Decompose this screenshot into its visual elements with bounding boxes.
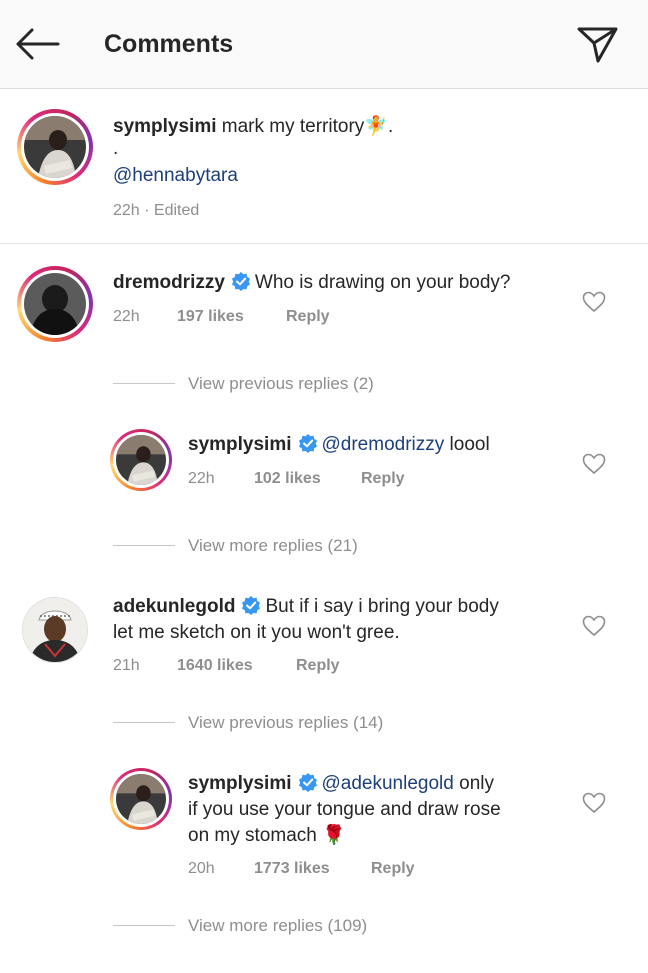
reply-button[interactable]: Reply xyxy=(296,657,340,674)
thread-divider xyxy=(113,722,175,723)
comment-time: 21h xyxy=(113,657,140,674)
avatar[interactable] xyxy=(17,266,93,342)
reply-time: 20h xyxy=(188,860,215,877)
comment-username[interactable]: dremodrizzy xyxy=(113,272,225,293)
like-button[interactable] xyxy=(582,453,606,475)
like-button[interactable] xyxy=(582,615,606,637)
avatar[interactable] xyxy=(110,429,172,491)
paper-plane-icon xyxy=(577,27,618,63)
heart-outline-icon xyxy=(582,453,606,475)
view-more-replies[interactable]: View more replies (21) xyxy=(188,536,358,556)
like-button[interactable] xyxy=(582,792,606,814)
reply-mention[interactable]: @adekunlegold xyxy=(322,773,454,794)
reply-time: 22h xyxy=(188,470,215,487)
comment-body-line1: But if i say i bring your body xyxy=(265,596,499,617)
fairy-emoji: 🧚 xyxy=(364,116,388,137)
avatar[interactable] xyxy=(110,768,172,830)
reply-body: loool xyxy=(444,434,490,455)
reply-button[interactable]: Reply xyxy=(371,860,415,877)
caption-trail: . xyxy=(387,116,394,137)
comment-likes[interactable]: 197 likes xyxy=(177,308,244,325)
comment-body: Who is drawing on your body? xyxy=(254,272,511,293)
reply-username[interactable]: symplysimi xyxy=(188,773,292,794)
view-previous-replies[interactable]: View previous replies (2) xyxy=(188,374,374,394)
reply-body-line3: on my stomach 🌹 xyxy=(188,823,346,849)
page-title: Comments xyxy=(104,30,234,58)
comment-time: 22h xyxy=(113,308,140,325)
like-button[interactable] xyxy=(582,291,606,313)
thread-divider xyxy=(113,545,175,546)
caption-text: symplysimi mark my territory🧚. xyxy=(113,114,613,140)
caption-mention[interactable]: @hennabytara xyxy=(113,163,238,189)
heart-outline-icon xyxy=(582,291,606,313)
view-previous-replies[interactable]: View previous replies (14) xyxy=(188,713,383,733)
caption-meta: 22h · Edited xyxy=(113,202,200,219)
verified-badge-icon xyxy=(298,773,317,792)
thread-divider xyxy=(113,383,175,384)
reply-body-line3-text: on my stomach xyxy=(188,825,317,846)
heart-outline-icon xyxy=(582,792,606,814)
comment-username[interactable]: adekunlegold xyxy=(113,596,235,617)
caption-dot: . xyxy=(113,138,119,159)
share-button[interactable] xyxy=(576,24,620,64)
view-more-replies[interactable]: View more replies (109) xyxy=(188,916,367,936)
comment-text: adekunlegold But if i say i bring your bo… xyxy=(113,594,583,620)
reply-likes[interactable]: 102 likes xyxy=(254,470,321,487)
comment-body-line2: let me sketch on it you won't gree. xyxy=(113,622,400,643)
rose-emoji: 🌹 xyxy=(322,825,346,846)
top-bar: Comments xyxy=(0,0,648,89)
reply-button[interactable]: Reply xyxy=(361,470,405,487)
arrow-left-icon xyxy=(16,28,60,60)
reply-body-line2: if you use your tongue and draw rose xyxy=(188,799,501,820)
reply-button[interactable]: Reply xyxy=(286,308,330,325)
avatar[interactable] xyxy=(22,597,88,663)
post-caption: symplysimi mark my territory🧚. . @hennab… xyxy=(0,90,648,244)
verified-badge-icon xyxy=(231,272,250,291)
heart-outline-icon xyxy=(582,615,606,637)
avatar[interactable] xyxy=(17,109,93,185)
verified-badge-icon xyxy=(242,596,261,615)
thread-divider xyxy=(113,925,175,926)
reply-mention[interactable]: @dremodrizzy xyxy=(322,434,445,455)
reply-username[interactable]: symplysimi xyxy=(188,434,292,455)
back-button[interactable] xyxy=(14,26,60,62)
comment-likes[interactable]: 1640 likes xyxy=(177,657,253,674)
reply-text: symplysimi @adekunlegold only xyxy=(188,771,588,797)
verified-badge-icon xyxy=(298,434,317,453)
reply-likes[interactable]: 1773 likes xyxy=(254,860,330,877)
caption-body: mark my territory xyxy=(221,116,365,137)
reply-text: symplysimi @dremodrizzy loool xyxy=(188,432,588,458)
comment-text: dremodrizzy Who is drawing on your body? xyxy=(113,270,583,296)
reply-body-line1: only xyxy=(453,773,494,794)
caption-username[interactable]: symplysimi xyxy=(113,116,217,137)
